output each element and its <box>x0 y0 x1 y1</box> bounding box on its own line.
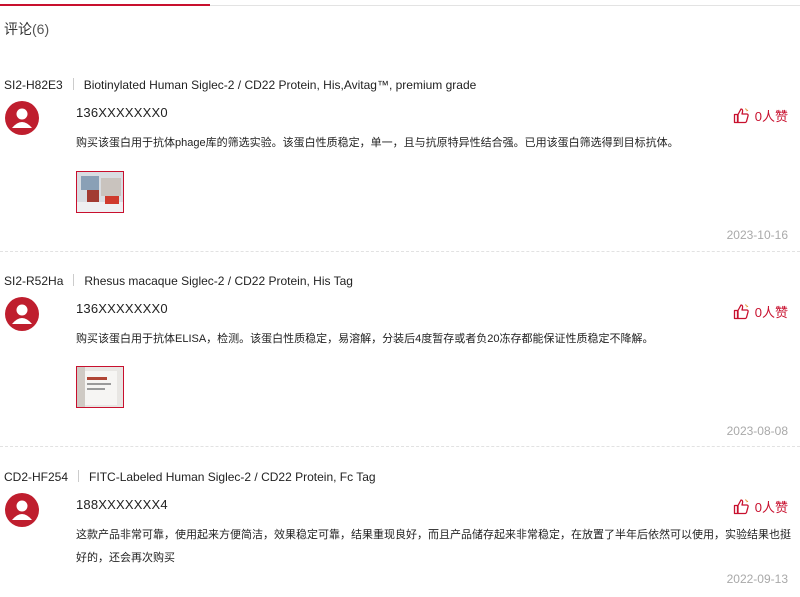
reviews-heading: 评论(6) <box>4 19 49 39</box>
review-divider <box>0 251 800 252</box>
divider-bar <box>72 78 74 90</box>
reviewer-name: 188XXXXXXX4 <box>76 497 168 512</box>
product-name[interactable]: FITC-Labeled Human Siglec-2 / CD22 Prote… <box>89 470 376 484</box>
review-date: 2022-09-13 <box>726 572 788 586</box>
thumbs-up-icon <box>733 108 749 124</box>
thumbs-up-icon <box>733 304 749 320</box>
reviewer-name: 136XXXXXXX0 <box>76 105 168 120</box>
user-avatar-icon <box>5 297 39 331</box>
review-text: 购买该蛋白用于抗体ELISA，检测。该蛋白性质稳定，易溶解，分装后4度暂存或者负… <box>76 333 654 345</box>
divider-bar <box>78 470 80 482</box>
like-button[interactable]: 0人赞 <box>733 302 788 321</box>
like-button[interactable]: 0人赞 <box>733 497 788 516</box>
review-text: 这款产品非常可靠，使用起来方便简洁，效果稳定可靠，结果重现良好，而且产品储存起来… <box>76 529 791 564</box>
review-photo[interactable] <box>76 366 124 408</box>
like-count: 0人赞 <box>754 305 788 320</box>
product-sku[interactable]: SI2-R52Ha <box>4 274 63 288</box>
product-line: SI2-H82E3 Biotinylated Human Siglec-2 / C… <box>4 78 476 92</box>
product-sku[interactable]: SI2-H82E3 <box>4 78 63 92</box>
product-name[interactable]: Rhesus macaque Siglec-2 / CD22 Protein, … <box>84 274 353 288</box>
like-count: 0人赞 <box>754 109 788 124</box>
reviews-title: 评论 <box>4 21 32 37</box>
user-avatar-icon <box>5 493 39 527</box>
product-line: SI2-R52Ha Rhesus macaque Siglec-2 / CD22 … <box>4 274 353 288</box>
tab-underline <box>0 4 800 6</box>
review-divider <box>0 446 800 447</box>
review-date: 2023-10-16 <box>726 228 788 242</box>
product-sku[interactable]: CD2-HF254 <box>4 470 68 484</box>
reviews-count: (6) <box>32 21 50 37</box>
review-text: 购买该蛋白用于抗体phage库的筛选实验。该蛋白性质稳定，单一，且与抗原特异性结… <box>76 137 679 149</box>
reviewer-name: 136XXXXXXX0 <box>76 301 168 316</box>
like-count: 0人赞 <box>754 500 788 515</box>
like-button[interactable]: 0人赞 <box>733 106 788 125</box>
review-photo[interactable] <box>76 171 124 213</box>
divider-bar <box>73 274 75 286</box>
user-avatar-icon <box>5 101 39 135</box>
product-name[interactable]: Biotinylated Human Siglec-2 / CD22 Prote… <box>84 78 477 92</box>
active-tab-indicator <box>0 4 210 6</box>
product-line: CD2-HF254 FITC-Labeled Human Siglec-2 / C… <box>4 470 376 484</box>
thumbs-up-icon <box>733 499 749 515</box>
review-date: 2023-08-08 <box>726 424 788 438</box>
